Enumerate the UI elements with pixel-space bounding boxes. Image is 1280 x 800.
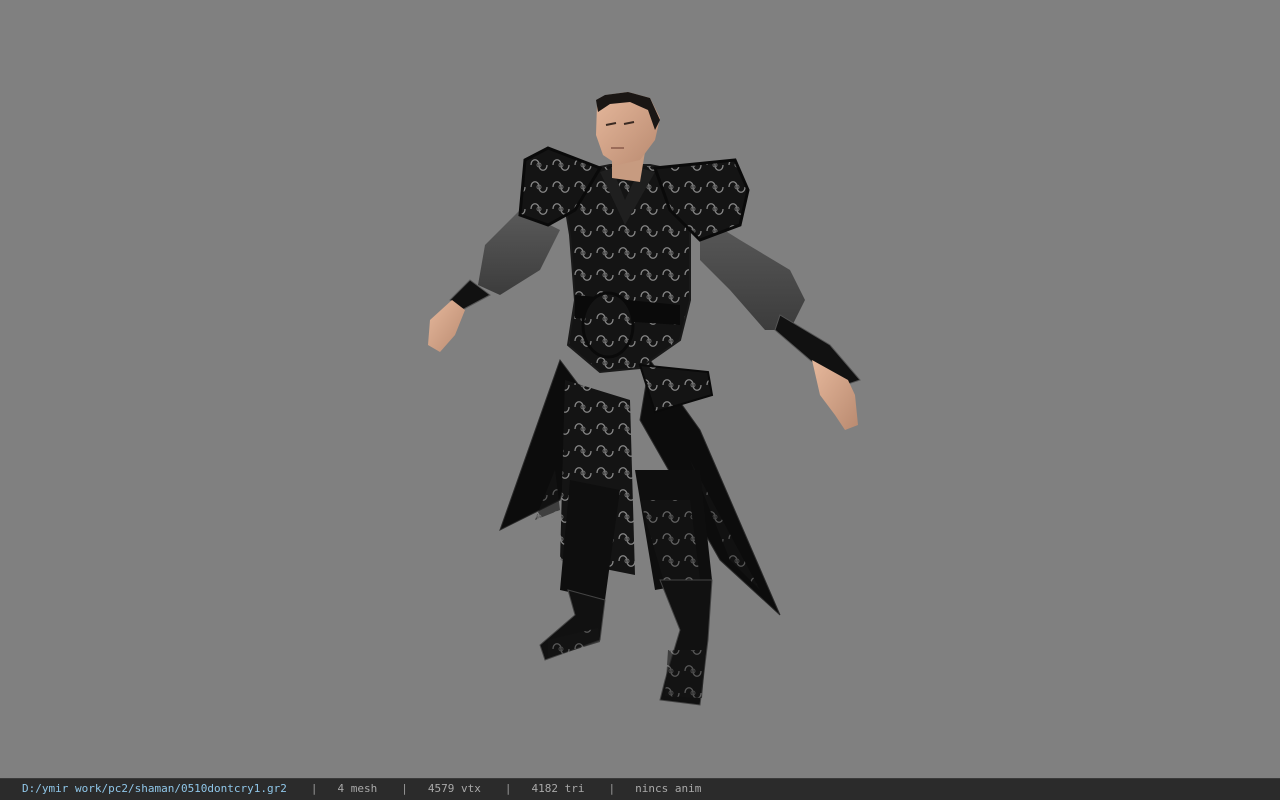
separator: | [608, 782, 616, 795]
separator: | [310, 782, 318, 795]
mesh-count: 4 mesh [337, 782, 378, 795]
vertex-count: 4579 vtx [427, 782, 481, 795]
status-bar: D:/ymir work/pc2/shaman/0510dontcry1.gr2… [0, 778, 1280, 800]
file-path: D:/ymir work/pc2/shaman/0510dontcry1.gr2 [22, 782, 287, 795]
right-arm [700, 215, 861, 430]
3d-viewport[interactable] [0, 0, 1280, 778]
left-arm [428, 210, 560, 352]
character-model[interactable] [0, 0, 1280, 778]
triangle-count: 4182 tri [531, 782, 585, 795]
animation-status: nincs anim [635, 782, 702, 795]
separator: | [401, 782, 408, 795]
separator: | [504, 782, 512, 795]
boots [539, 579, 713, 706]
